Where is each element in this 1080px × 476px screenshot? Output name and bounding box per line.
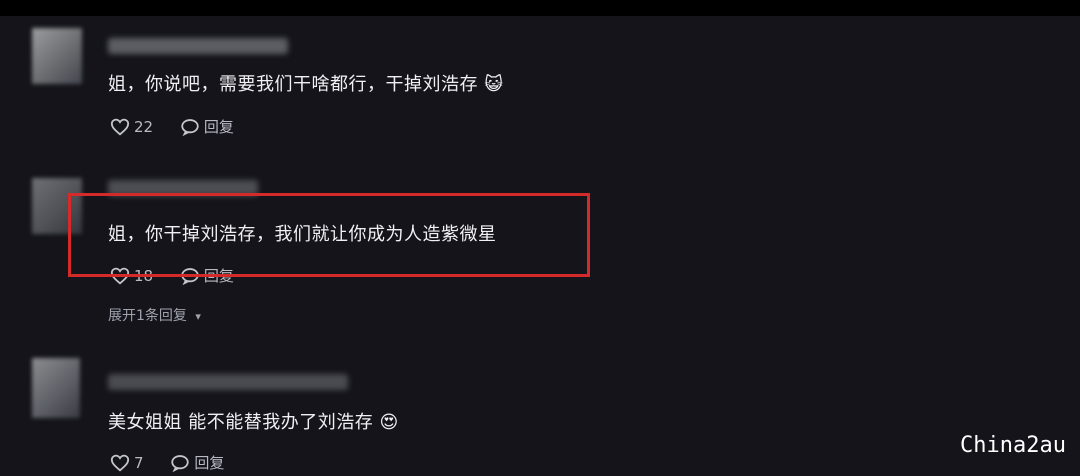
expand-label: 展开1条回复 xyxy=(108,308,187,324)
comment-bubble-icon xyxy=(171,454,190,472)
highlight-box xyxy=(68,193,590,277)
username-blurred[interactable] xyxy=(108,38,288,54)
like-count: 22 xyxy=(134,117,154,136)
comment-bubble-icon xyxy=(181,118,199,136)
expand-replies-button[interactable]: 展开1条回复 ▾ xyxy=(108,305,201,325)
heart-icon xyxy=(110,118,130,136)
heart-icon xyxy=(110,454,130,472)
top-bar xyxy=(0,0,1080,16)
watermark-text: China2au xyxy=(960,433,1066,458)
reply-button[interactable]: 回复 xyxy=(180,116,234,137)
like-button[interactable]: 7 xyxy=(110,454,144,472)
like-button[interactable]: 22 xyxy=(110,118,153,136)
avatar-blurred[interactable] xyxy=(32,28,82,84)
username-blurred[interactable] xyxy=(108,374,348,390)
cat-emoji-icon: 😺 xyxy=(484,74,504,95)
avatar-blurred[interactable] xyxy=(32,358,80,418)
reply-label: 回复 xyxy=(194,454,225,472)
reply-button[interactable]: 回复 xyxy=(170,452,224,473)
like-count: 7 xyxy=(134,453,144,472)
comment-text: 美女姐姐 能不能替我办了刘浩存 😍 xyxy=(108,408,399,434)
comment-text: 姐，你说吧，需要我们干啥都行，干掉刘浩存 😺 xyxy=(108,70,504,96)
chevron-down-icon: ▾ xyxy=(195,310,201,323)
heart-eyes-emoji-icon: 😍 xyxy=(379,412,399,433)
reply-label: 回复 xyxy=(203,118,234,136)
comment-actions: 22 回复 xyxy=(110,116,256,140)
comment-body: 姐，你说吧，需要我们干啥都行，干掉刘浩存 xyxy=(108,74,478,95)
comment-body: 美女姐姐 能不能替我办了刘浩存 xyxy=(108,412,374,433)
